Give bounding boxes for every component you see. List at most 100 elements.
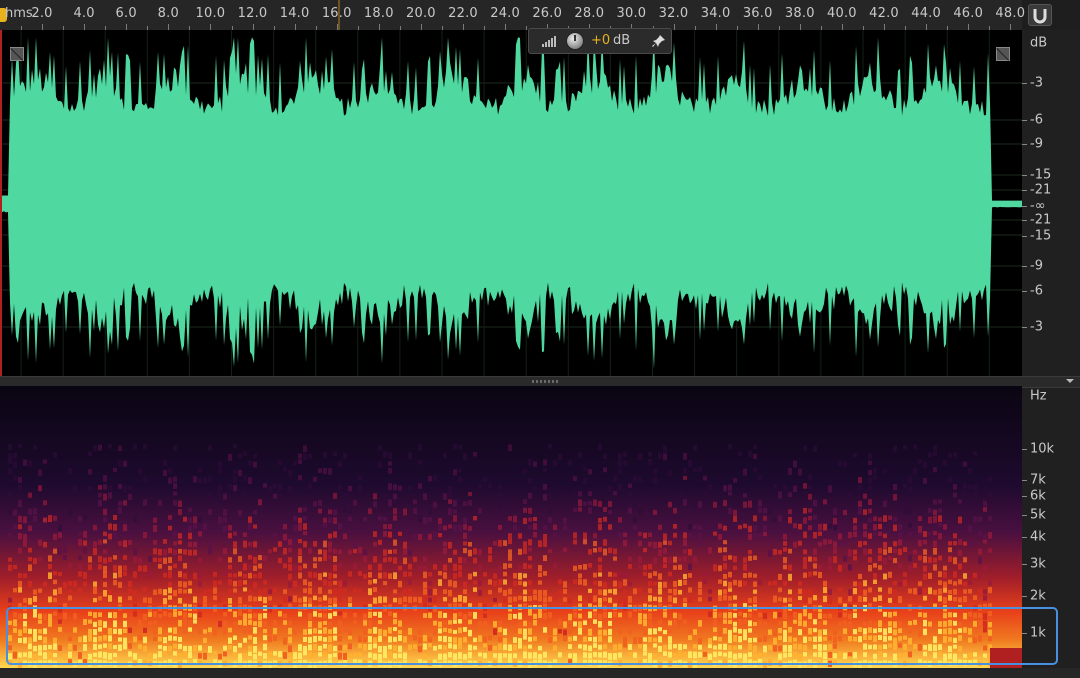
- spectrogram-cell: [698, 525, 702, 530]
- spectrogram-cell: [108, 589, 112, 596]
- spectrogram-cell: [288, 557, 292, 563]
- spectrogram-cell: [478, 549, 482, 556]
- spectrogram-cell: [788, 548, 792, 554]
- fade-out-handle[interactable]: [996, 47, 1010, 61]
- fade-in-handle[interactable]: [10, 47, 24, 61]
- spectrogram-cell: [438, 621, 442, 628]
- spectrogram-cell: [348, 635, 352, 640]
- spectrogram-cell: [103, 660, 107, 667]
- waveform-display[interactable]: [0, 30, 1022, 376]
- volume-value[interactable]: +0: [591, 33, 610, 48]
- spectrogram-cell: [678, 613, 682, 621]
- spectrogram-cell: [608, 509, 612, 515]
- pin-icon[interactable]: [651, 34, 667, 50]
- spectrogram-cell: [198, 580, 202, 588]
- spectrogram-cell: [873, 660, 877, 665]
- spectrogram-cell: [168, 565, 172, 571]
- spectrogram-cell: [753, 515, 757, 522]
- spectrogram-cell: [623, 572, 627, 579]
- spectrogram-cell: [388, 531, 392, 538]
- spectrogram-cell: [378, 596, 382, 604]
- spectrogram-cell: [293, 515, 297, 521]
- spectrogram-cell: [143, 476, 147, 482]
- spectrogram-cell: [763, 612, 767, 619]
- spectrogram-cell: [393, 627, 397, 632]
- spectrogram-cell: [93, 629, 97, 636]
- spectrogram-cell: [93, 643, 97, 650]
- spectrogram-cell: [648, 613, 652, 620]
- spectrogram-cell: [618, 483, 622, 491]
- spectrogram-cell: [923, 461, 927, 469]
- spectrogram-cell: [328, 517, 332, 524]
- spectrogram-cell: [778, 612, 782, 618]
- spectrogram-cell: [733, 595, 737, 600]
- spectrogram-cell: [633, 588, 637, 595]
- spectrogram-cell: [343, 659, 347, 667]
- spectrogram-cell: [148, 621, 152, 626]
- spectrogram-cell: [268, 629, 272, 635]
- spectrogram-cell: [228, 604, 232, 612]
- spectrogram-cell: [853, 525, 857, 531]
- spectrogram-cell: [118, 596, 122, 603]
- frequency-scale-label: 4k: [1030, 529, 1046, 545]
- hud-volume-control[interactable]: +0 dB: [528, 28, 672, 54]
- spectrogram-cell: [243, 573, 247, 579]
- spectrogram-cell: [143, 636, 147, 644]
- spectrogram-cell: [168, 645, 172, 652]
- chevron-down-icon[interactable]: [1066, 379, 1074, 383]
- spectrogram-cell: [278, 661, 282, 666]
- ruler-tick-label: 44.0: [911, 6, 941, 21]
- spectrogram-cell: [418, 483, 422, 489]
- spectrogram-cell: [348, 508, 352, 514]
- spectrogram-cell: [953, 541, 957, 546]
- spectral-frequency-display[interactable]: [0, 386, 1022, 668]
- spectrogram-cell: [568, 460, 572, 466]
- spectrogram-cell: [938, 571, 942, 578]
- spectrogram-cell: [803, 445, 807, 451]
- spectrogram-cell: [468, 603, 472, 609]
- spectrogram-cell: [33, 605, 37, 612]
- spectrogram-cell: [528, 652, 532, 659]
- spectrogram-cell: [573, 653, 577, 661]
- spectrogram-cell: [703, 579, 707, 584]
- spectrogram-cell: [618, 453, 622, 461]
- spectrogram-cell: [358, 652, 362, 657]
- spectrogram-cell: [108, 523, 112, 530]
- divider-grip-icon[interactable]: [532, 380, 560, 383]
- spectrogram-cell: [308, 548, 312, 554]
- spectrogram-cell: [843, 652, 847, 660]
- spectrogram-cell: [108, 533, 112, 540]
- spectrogram-cell: [133, 556, 137, 564]
- time-ruler[interactable]: hms 2.0 4.0 6.0 8.0 10.0 12.0 14.0 16.0 18.0 20.0…: [0, 0, 1025, 31]
- volume-knob-icon[interactable]: [566, 32, 584, 50]
- spectrogram-cell: [333, 645, 337, 652]
- spectrogram-cell: [13, 509, 17, 516]
- spectrogram-cell: [338, 611, 342, 616]
- spectrogram-cell: [498, 484, 502, 489]
- spectrogram-cell: [298, 548, 302, 556]
- spectrogram-cell: [938, 508, 942, 513]
- spectrogram-cell: [413, 605, 417, 611]
- spectrogram-cell: [108, 653, 112, 660]
- spectrogram-cell: [568, 597, 572, 604]
- spectrogram-cell: [278, 611, 282, 617]
- spectrogram-cell: [893, 483, 897, 491]
- spectrogram-cell: [918, 644, 922, 651]
- spectrogram-cell: [103, 508, 107, 516]
- spectrogram-cell: [588, 628, 592, 636]
- spectrogram-cell: [458, 637, 462, 645]
- spectrogram-cell: [123, 524, 127, 532]
- spectrogram-cell: [653, 643, 657, 648]
- spectrogram-cell: [218, 484, 222, 491]
- spectrogram-cell: [238, 571, 242, 577]
- magnet-snap-button[interactable]: [1028, 4, 1052, 26]
- spectrogram-cell: [603, 539, 607, 546]
- spectrogram-cell: [653, 468, 657, 475]
- spectrogram-cell: [978, 635, 982, 642]
- spectrogram-cell: [713, 619, 717, 627]
- spectrogram-cell: [453, 563, 457, 571]
- spectrogram-cell: [378, 611, 382, 618]
- spectrogram-cell: [733, 565, 737, 570]
- spectrogram-cell: [873, 475, 877, 480]
- db-scale-tick: [1022, 206, 1027, 207]
